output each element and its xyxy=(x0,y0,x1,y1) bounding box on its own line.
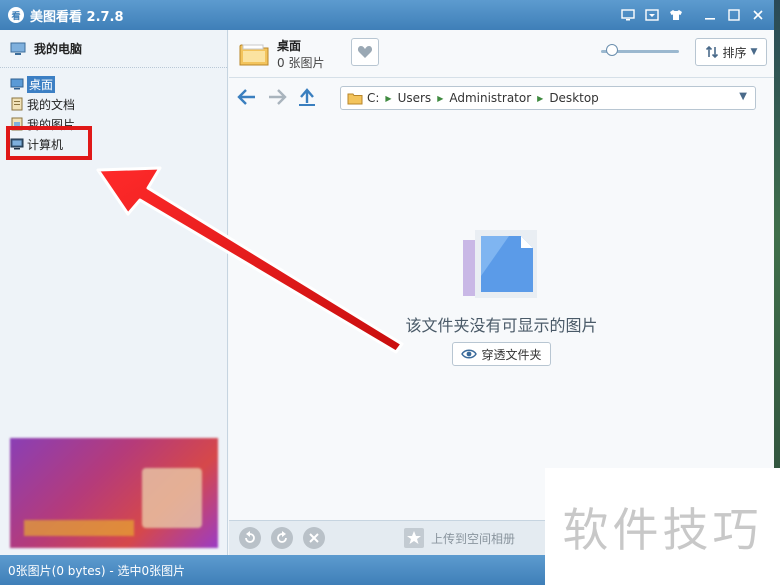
forward-button[interactable] xyxy=(265,85,289,109)
menu-dropdown-icon[interactable] xyxy=(642,6,662,24)
rotate-right-icon xyxy=(277,531,287,543)
rotate-right-button[interactable] xyxy=(271,527,293,549)
desktop-icon xyxy=(10,78,24,90)
delete-x-icon xyxy=(309,533,319,543)
path-crumb-drive[interactable]: C: xyxy=(367,91,379,105)
empty-images-icon xyxy=(462,230,537,298)
upload-star-icon xyxy=(404,528,424,548)
folder-header: 桌面 0 张图片 排序 ▼ xyxy=(229,30,774,78)
path-bar[interactable]: C: ▶ Users ▶ Administrator ▶ Desktop ▼ xyxy=(340,86,756,110)
computer-icon xyxy=(10,42,26,55)
arrow-right-icon xyxy=(269,89,287,105)
empty-state: 该文件夹没有可显示的图片 穿透文件夹 xyxy=(229,226,774,366)
favorite-button[interactable] xyxy=(351,38,379,66)
upload-label: 上传到空间相册 xyxy=(431,531,516,546)
up-button[interactable] xyxy=(295,85,319,109)
path-dropdown-icon[interactable]: ▼ xyxy=(739,91,747,102)
tree-item-label: 我的文档 xyxy=(27,97,76,112)
tree-item-desktop[interactable]: 桌面 xyxy=(10,74,227,94)
crumb-separator-icon: ▶ xyxy=(437,93,444,103)
ad-image xyxy=(142,468,202,528)
highlight-box xyxy=(6,126,92,160)
arrow-up-icon xyxy=(299,88,315,106)
sort-label: 排序 xyxy=(722,45,747,60)
zoom-slider[interactable] xyxy=(601,44,679,56)
pierce-folder-button[interactable]: 穿透文件夹 xyxy=(452,342,551,366)
app-logo-icon: 看 xyxy=(8,7,24,23)
path-crumb-administrator[interactable]: Administrator xyxy=(449,91,531,105)
maximize-icon[interactable] xyxy=(724,6,744,24)
heart-icon xyxy=(357,46,373,58)
tree-item-label: 桌面 xyxy=(27,75,56,93)
empty-message: 该文件夹没有可显示的图片 xyxy=(405,316,598,335)
ad-bar xyxy=(24,520,134,536)
navigation-bar: C: ▶ Users ▶ Administrator ▶ Desktop ▼ xyxy=(229,78,774,116)
path-crumb-users[interactable]: Users xyxy=(398,91,432,105)
zoom-slider-knob[interactable] xyxy=(606,44,618,56)
left-panel: 我的电脑 桌面 我的文档 我的图片 计算机 xyxy=(0,30,228,555)
eye-icon xyxy=(461,349,478,359)
close-icon[interactable] xyxy=(748,6,768,24)
app-title: 美图看看 2.7.8 xyxy=(30,9,124,25)
my-computer-header[interactable]: 我的电脑 xyxy=(0,30,227,68)
monitor-icon[interactable] xyxy=(618,6,638,24)
rotate-left-icon xyxy=(245,531,255,543)
arrow-left-icon xyxy=(237,89,255,105)
folder-count: 0 张图片 xyxy=(277,55,325,70)
minimize-icon[interactable] xyxy=(700,6,720,24)
skin-shirt-icon[interactable] xyxy=(666,6,686,24)
delete-button[interactable] xyxy=(303,527,325,549)
chevron-down-icon: ▼ xyxy=(750,47,758,57)
title-bar[interactable]: 看 美图看看 2.7.8 xyxy=(0,0,774,30)
tree-item-documents[interactable]: 我的文档 xyxy=(10,94,227,114)
rotate-left-button[interactable] xyxy=(239,527,261,549)
folder-icon xyxy=(239,44,269,65)
watermark: 软件技巧 xyxy=(545,468,780,585)
watermark-text: 软件技巧 xyxy=(562,502,763,557)
pierce-folder-label: 穿透文件夹 xyxy=(481,347,542,362)
crumb-separator-icon: ▶ xyxy=(537,93,544,103)
path-crumb-desktop[interactable]: Desktop xyxy=(549,91,599,105)
title-bar-controls xyxy=(618,6,768,24)
crumb-separator-icon: ▶ xyxy=(385,93,392,103)
back-button[interactable] xyxy=(235,85,259,109)
upload-album-button[interactable]: 上传到空间相册 xyxy=(403,527,515,549)
status-text: 0张图片(0 bytes) - 选中0张图片 xyxy=(8,563,186,578)
folder-name: 桌面 xyxy=(277,38,302,53)
ad-banner[interactable] xyxy=(10,438,218,548)
sort-icon xyxy=(705,45,718,59)
sort-button[interactable]: 排序 ▼ xyxy=(695,38,767,66)
documents-icon xyxy=(11,97,23,111)
left-header-label: 我的电脑 xyxy=(34,42,83,56)
folder-icon xyxy=(347,93,363,104)
folder-info: 桌面 0 张图片 xyxy=(277,37,324,71)
